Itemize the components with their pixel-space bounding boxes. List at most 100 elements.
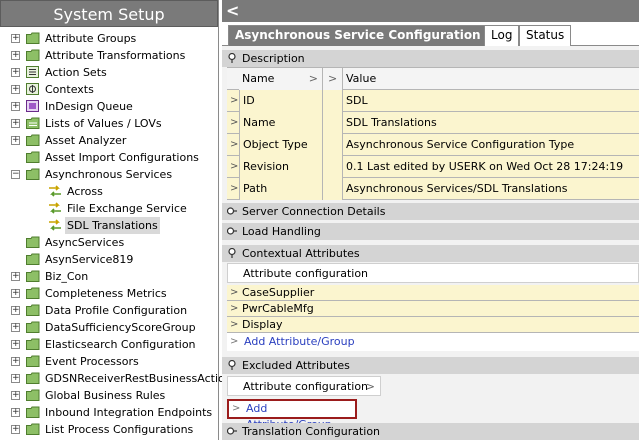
add-attribute-group-link[interactable]: > Add Attribute/Group	[227, 399, 357, 431]
expand-icon[interactable]: +	[11, 306, 20, 315]
expand-arrow-icon: >	[230, 319, 239, 330]
expand-icon[interactable]: +	[11, 289, 20, 298]
tree-item[interactable]: + List Process Configurations	[0, 421, 218, 438]
tree-item[interactable]: + Global Business Rules	[0, 387, 218, 404]
attribute-configuration-header[interactable]: Attribute configuration >	[227, 376, 381, 396]
tree-item[interactable]: + Event Processors	[0, 353, 218, 370]
section-excluded-attributes[interactable]: Excluded Attributes	[222, 357, 639, 374]
section-title: Description	[242, 52, 305, 65]
tree-item[interactable]: + Biz_Con	[0, 268, 218, 285]
expand-icon[interactable]: +	[11, 68, 20, 77]
pin-icon	[228, 360, 236, 370]
tab-status[interactable]: Status	[519, 25, 572, 46]
tree-item-label: Attribute Groups	[45, 32, 137, 45]
tree-item-label: AsynService819	[45, 253, 134, 266]
panel-title: System Setup	[0, 0, 218, 27]
table-row[interactable]: > Path Asynchronous Services/SDL Transla…	[227, 178, 639, 200]
section-contextual-attributes[interactable]: Contextual Attributes	[222, 245, 639, 262]
tree-item[interactable]: SDL Translations	[0, 217, 218, 234]
tree-item-label: Elasticsearch Configuration	[45, 338, 196, 351]
folder-icon	[26, 32, 40, 44]
folder-icon	[26, 423, 40, 435]
tree-item[interactable]: AsynService819	[0, 251, 218, 268]
indesign-icon	[26, 100, 40, 112]
folder-icon	[26, 168, 40, 180]
tab-configuration-type[interactable]: Asynchronous Service Configuration Type	[228, 25, 524, 46]
expand-icon[interactable]: +	[11, 408, 20, 417]
expand-icon[interactable]: +	[11, 357, 20, 366]
tree-item-label: Asynchronous Services	[45, 168, 173, 181]
tree-item[interactable]: + DataSufficiencyScoreGroup	[0, 319, 218, 336]
folder-icon	[26, 49, 40, 61]
section-translation-configuration[interactable]: Translation Configuration	[222, 423, 639, 440]
tree-item[interactable]: + Inbound Integration Endpoints	[0, 404, 218, 421]
tree-item-label: Attribute Transformations	[45, 49, 186, 62]
folder-icon	[26, 151, 40, 163]
list-item[interactable]: > Display	[227, 317, 639, 333]
tree-item-label: SDL Translations	[65, 217, 160, 234]
tree-item[interactable]: + InDesign Queue	[0, 98, 218, 115]
tree-item[interactable]: + Attribute Groups	[0, 30, 218, 47]
section-server-connection[interactable]: Server Connection Details	[222, 203, 639, 220]
service-arrows-icon	[48, 202, 62, 214]
add-attribute-group-link[interactable]: > Add Attribute/Group	[227, 333, 639, 351]
row-name: Revision	[239, 156, 323, 178]
tree-item[interactable]: Asset Import Configurations	[0, 149, 218, 166]
row-value: Asynchronous Service Configuration Type	[346, 138, 575, 151]
tree-item[interactable]: + Elasticsearch Configuration	[0, 336, 218, 353]
tree-item[interactable]: + Completeness Metrics	[0, 285, 218, 302]
expand-icon[interactable]: +	[11, 323, 20, 332]
expand-icon[interactable]: +	[11, 136, 20, 145]
tree-item[interactable]: + Contexts	[0, 81, 218, 98]
expand-icon[interactable]: +	[11, 374, 20, 383]
expand-icon[interactable]: +	[11, 340, 20, 349]
tree-item[interactable]: + Lists of Values / LOVs	[0, 115, 218, 132]
value-column-header[interactable]: Value	[343, 68, 376, 90]
tree-item-label: Across	[67, 185, 103, 198]
list-item[interactable]: > PwrCableMfg	[227, 301, 639, 317]
expand-icon[interactable]: +	[11, 272, 20, 281]
expand-icon[interactable]: +	[11, 34, 20, 43]
expand-icon[interactable]: +	[11, 425, 20, 434]
row-name: ID	[239, 90, 323, 112]
tree-item-label: File Exchange Service	[67, 202, 187, 215]
expand-icon[interactable]: +	[11, 85, 20, 94]
expand-icon[interactable]: +	[11, 391, 20, 400]
folder-icon	[26, 304, 40, 316]
back-arrow-icon[interactable]: <	[226, 2, 239, 20]
section-description[interactable]: Description	[222, 50, 639, 67]
attribute-configuration-header: Attribute configuration	[227, 263, 639, 283]
expand-arrow-icon: >	[230, 336, 239, 347]
collapse-icon[interactable]: −	[11, 170, 20, 179]
table-row[interactable]: > Name SDL Translations	[227, 112, 639, 134]
tree-item[interactable]: + Data Profile Configuration	[0, 302, 218, 319]
tree-item[interactable]: + GDSNReceiverRestBusinessActions	[0, 370, 237, 387]
folder-icon	[26, 372, 40, 384]
editor-tabs: Asynchronous Service Configuration Type …	[222, 22, 639, 46]
expand-arrow-icon: >	[230, 303, 239, 314]
table-row[interactable]: > Object Type Asynchronous Service Confi…	[227, 134, 639, 156]
tree-item[interactable]: AsyncServices	[0, 234, 218, 251]
expand-icon[interactable]: +	[11, 51, 20, 60]
row-value: SDL	[346, 94, 368, 107]
list-item[interactable]: > CaseSupplier	[227, 285, 639, 301]
tree-item[interactable]: File Exchange Service	[0, 200, 218, 217]
tab-log[interactable]: Log	[484, 25, 520, 46]
section-title: Contextual Attributes	[242, 247, 360, 260]
tree-item[interactable]: + Asset Analyzer	[0, 132, 218, 149]
tree-item[interactable]: + Attribute Transformations	[0, 47, 218, 64]
expand-icon[interactable]: +	[11, 102, 20, 111]
pin-icon	[228, 248, 236, 258]
pin-icon	[228, 53, 236, 63]
table-row[interactable]: > Revision 0.1 Last edited by USERK on W…	[227, 156, 639, 195]
section-load-handling[interactable]: Load Handling	[222, 223, 639, 240]
folder-icon	[26, 389, 40, 401]
tree-item-label: Asset Import Configurations	[45, 151, 199, 164]
tree-item[interactable]: − Asynchronous Services	[0, 166, 218, 183]
name-column-header[interactable]: Name >	[239, 68, 323, 90]
tree-item[interactable]: Across	[0, 183, 218, 200]
tree-item[interactable]: + Action Sets	[0, 64, 218, 81]
table-row[interactable]: > ID SDL	[227, 90, 639, 112]
folder-icon	[26, 355, 40, 367]
expand-icon[interactable]: +	[11, 119, 20, 128]
